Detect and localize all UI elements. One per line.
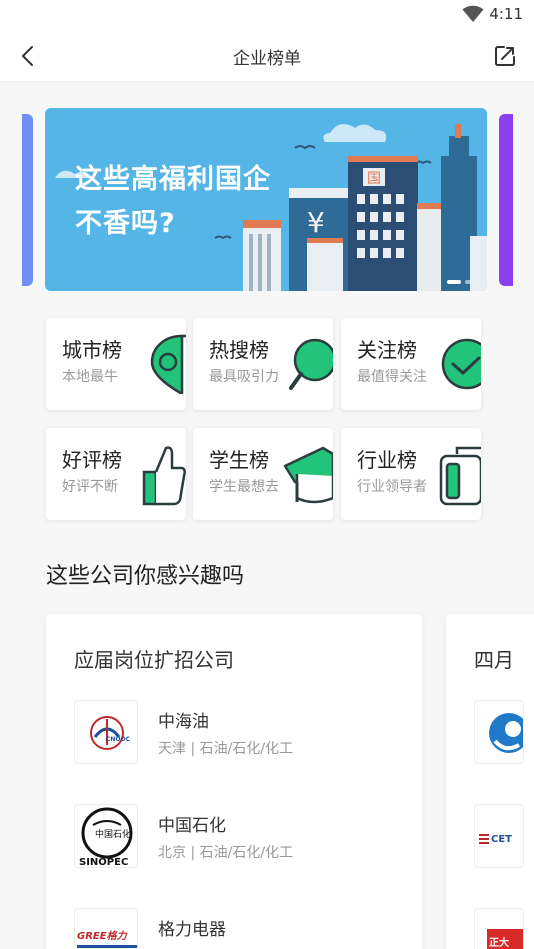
rank-card-title: 好评榜 [62,448,122,472]
company-row[interactable]: 中国石化 SINOPEC 中国石化 北京 | 石油/石化/化工 [74,804,414,870]
company-logo [474,700,524,764]
cnooc-logo-text: CNOOC [106,736,131,743]
company-row[interactable]: GREE格力 格力电器 [74,908,414,949]
rank-card-title: 城市榜 [62,338,122,362]
company-row[interactable]: CNOOC 中海油 天津 | 石油/石化/化工 [74,700,414,766]
nav-bar: 企业榜单 [0,30,534,82]
rank-card-praise[interactable]: 好评榜 好评不断 [46,428,186,520]
company-logo: CET [474,804,524,868]
banner-headline-line1: 这些高福利国企 [75,164,271,195]
rank-card-student[interactable]: 学生榜 学生最想去 [193,428,333,520]
banner-prev-slide[interactable] [22,114,33,286]
banner-headline-line2: 不香吗? [75,208,176,239]
rank-card-desc: 最具吸引力 [209,369,279,385]
zhengda-logo-text: 正大 [489,936,509,949]
rank-card-title: 学生榜 [209,448,269,472]
company-list-card[interactable]: 四月 CET 正大 [446,614,534,949]
graduation-cap-icon [283,446,333,504]
banner-pagination [447,280,471,284]
rank-card-desc: 好评不断 [62,479,118,495]
company-logo-cnooc: CNOOC [74,700,138,764]
sinopec-logo-text: SINOPEC [79,857,128,868]
rank-card-follow[interactable]: 关注榜 最值得关注 [341,318,481,410]
cet-logo-text: CET [491,834,512,845]
briefcase-icon [439,446,481,506]
banner-headline: 这些高福利国企 不香吗? [75,158,271,246]
company-logo-gree: GREE格力 [74,908,138,949]
banner-yuan-glyph: ¥ [307,206,325,239]
gree-logo-text: GREE格力 [77,930,128,942]
rank-card-city[interactable]: 城市榜 本地最牛 [46,318,186,410]
company-name: 格力电器 [158,920,226,940]
status-time: 4:11 [489,5,523,23]
company-card-title: 应届岗位扩招公司 [74,648,234,672]
rank-card-desc: 学生最想去 [209,479,279,495]
company-list-card[interactable]: 应届岗位扩招公司 CNOOC 中海油 天津 | 石油/石化/化工 中国石化 SI… [46,614,422,949]
company-meta: 北京 | 石油/石化/化工 [158,845,294,861]
thumbs-up-icon [142,446,186,506]
banner-slide[interactable]: ¥ 国 这些高福利国企 不香吗? [45,108,487,291]
pagination-dot-active [447,280,461,284]
company-name: 中国石化 [158,816,226,836]
page-title: 企业榜单 [233,49,301,69]
rank-card-hot-search[interactable]: 热搜榜 最具吸引力 [193,318,333,410]
rank-card-industry[interactable]: 行业榜 行业领导者 [341,428,481,520]
company-logo-sinopec: 中国石化 SINOPEC [74,804,138,868]
section-title: 这些公司你感兴趣吗 [46,564,245,589]
company-card-title: 四月 [474,648,514,672]
magnifier-icon [289,338,333,390]
location-pin-icon [150,334,186,394]
company-meta: 天津 | 石油/石化/化工 [158,741,294,757]
pagination-dot [465,280,471,284]
banner-next-slide[interactable] [499,114,513,286]
check-circle-icon [441,338,481,390]
wifi-icon [462,5,484,22]
share-icon[interactable] [492,43,518,69]
rank-card-desc: 行业领导者 [357,479,427,495]
banner-sign-glyph: 国 [367,171,381,187]
company-name: 中海油 [158,712,209,732]
rank-card-title: 热搜榜 [209,338,269,362]
svg-text:中国石化: 中国石化 [95,828,131,840]
rank-card-title: 行业榜 [357,448,417,472]
rank-card-title: 关注榜 [357,338,417,362]
status-bar: 4:11 [0,0,534,30]
company-logo: 正大 [474,908,524,949]
rank-card-desc: 最值得关注 [357,369,427,385]
rank-card-desc: 本地最牛 [62,369,118,385]
